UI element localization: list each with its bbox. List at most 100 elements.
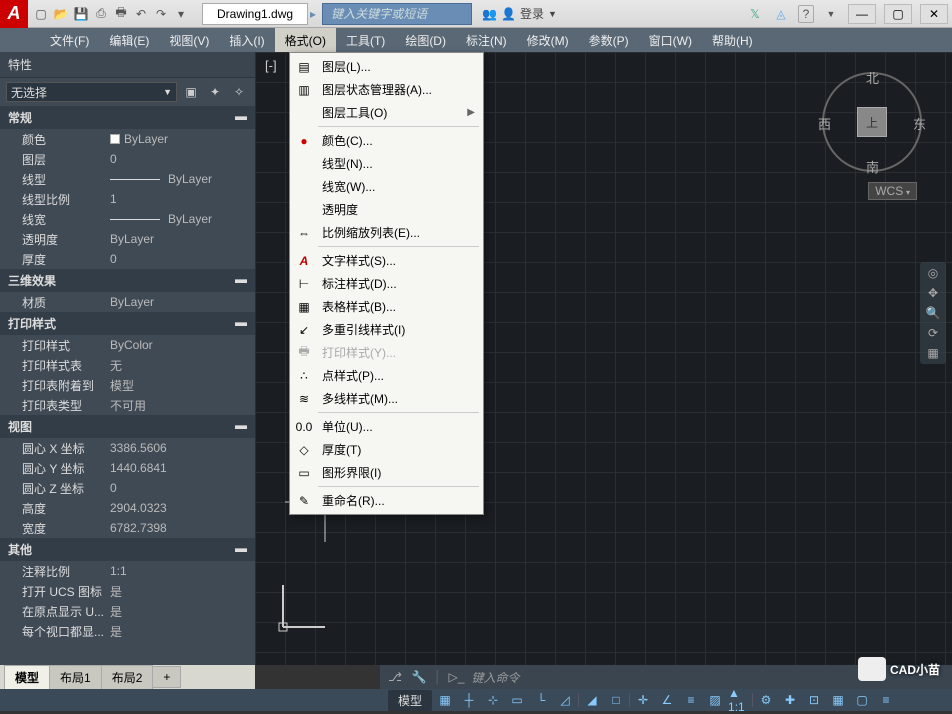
menu-item-11[interactable]: 帮助(H) (702, 28, 763, 52)
menu-item-1[interactable]: 编辑(E) (99, 28, 159, 52)
prop-row-3-0[interactable]: 圆心 X 坐标3386.5606 (0, 438, 255, 458)
prop-row-1-0[interactable]: 材质ByLayer (0, 292, 255, 312)
cube-top-face[interactable]: 上 (857, 107, 887, 137)
menu-item-2[interactable]: 视图(V) (159, 28, 219, 52)
ann-monitor-icon[interactable]: ✚ (779, 691, 801, 709)
section-2[interactable]: 打印样式▬ (0, 312, 255, 335)
viewport-controls[interactable]: [-] (265, 58, 277, 73)
app-logo[interactable]: A (0, 0, 28, 28)
grid-toggle-icon[interactable]: ▦ (434, 691, 456, 709)
prop-row-4-0[interactable]: 注释比例1:1 (0, 561, 255, 581)
quickprops-icon[interactable]: ▦ (827, 691, 849, 709)
polar-icon[interactable]: ◿ (554, 691, 576, 709)
minimize-button[interactable]: — (848, 4, 876, 24)
prop-row-0-6[interactable]: 厚度0 (0, 249, 255, 269)
ann-scale-icon[interactable]: ▲ 1:1 (728, 691, 750, 709)
section-1[interactable]: 三维效果▬ (0, 269, 255, 292)
selection-dropdown[interactable]: 无选择 ▼ (6, 82, 177, 102)
full-nav-wheel-icon[interactable]: ◎ (928, 266, 938, 280)
redo-icon[interactable]: ↷ (152, 5, 170, 23)
format-menu-item-22[interactable]: ✎重命名(R)... (290, 489, 483, 512)
menu-item-0[interactable]: 文件(F) (40, 28, 99, 52)
zoom-icon[interactable]: 🔍 (926, 306, 941, 320)
transparency-icon[interactable]: ▨ (704, 691, 726, 709)
prop-row-0-0[interactable]: 颜色ByLayer (0, 129, 255, 149)
layout-tab-1[interactable]: 布局1 (49, 665, 102, 690)
compass-west[interactable]: 西 (818, 114, 831, 133)
login-button[interactable]: 登录 (520, 5, 544, 22)
prop-row-0-5[interactable]: 透明度ByLayer (0, 229, 255, 249)
undo-icon[interactable]: ↶ (132, 5, 150, 23)
3dosnap-icon[interactable]: ✛ (632, 691, 654, 709)
snap-toggle-icon[interactable]: ┼ (458, 691, 480, 709)
prop-row-0-3[interactable]: 线型比例1 (0, 189, 255, 209)
orbit-icon[interactable]: ⟳ (928, 326, 938, 340)
format-menu-item-20[interactable]: ▭图形界限(I) (290, 461, 483, 484)
a360-icon[interactable]: ◬ (772, 5, 790, 23)
cmd-tools-icon[interactable]: 🔧 (410, 668, 428, 686)
filter-icon[interactable]: ✧ (229, 82, 249, 102)
menu-item-7[interactable]: 标注(N) (456, 28, 517, 52)
format-menu-item-2[interactable]: 图层工具(O)▶ (290, 101, 483, 124)
cmd-customize-icon[interactable]: ⎇ (386, 668, 404, 686)
section-0[interactable]: 常规▬ (0, 106, 255, 129)
format-menu-item-10[interactable]: A文字样式(S)... (290, 249, 483, 272)
open-icon[interactable]: 📂 (52, 5, 70, 23)
menu-item-6[interactable]: 绘图(D) (395, 28, 456, 52)
search-input[interactable]: 键入关键字或短语 (322, 3, 472, 25)
prop-row-3-2[interactable]: 圆心 Z 坐标0 (0, 478, 255, 498)
format-menu-item-19[interactable]: ◇厚度(T) (290, 438, 483, 461)
model-space-chip[interactable]: 模型 (388, 690, 432, 711)
layout-tab-2[interactable]: 布局2 (101, 665, 154, 690)
prop-row-0-2[interactable]: 线型 ByLayer (0, 169, 255, 189)
view-cube[interactable]: 北 南 东 西 上 (822, 72, 922, 172)
prop-row-3-4[interactable]: 宽度6782.7398 (0, 518, 255, 538)
compass-east[interactable]: 东 (913, 114, 926, 133)
wcs-badge[interactable]: WCS ▾ (868, 182, 917, 200)
format-menu-item-1[interactable]: ▥图层状态管理器(A)... (290, 78, 483, 101)
prop-row-2-3[interactable]: 打印表类型不可用 (0, 395, 255, 415)
format-menu-item-8[interactable]: ⇔比例缩放列表(E)... (290, 221, 483, 244)
clean-screen-icon[interactable]: ▢ (851, 691, 873, 709)
lineweight-icon[interactable]: ≡ (680, 691, 702, 709)
document-tab[interactable]: Drawing1.dwg (202, 3, 308, 25)
ortho-icon[interactable]: └ (530, 691, 552, 709)
prop-row-2-0[interactable]: 打印样式ByColor (0, 335, 255, 355)
menu-item-10[interactable]: 窗口(W) (639, 28, 702, 52)
save-icon[interactable]: 💾 (72, 5, 90, 23)
format-menu-item-6[interactable]: 线宽(W)... (290, 175, 483, 198)
format-menu-item-5[interactable]: 线型(N)... (290, 152, 483, 175)
format-menu-item-16[interactable]: ≋多线样式(M)... (290, 387, 483, 410)
prop-row-2-1[interactable]: 打印样式表无 (0, 355, 255, 375)
section-4[interactable]: 其他▬ (0, 538, 255, 561)
menu-item-3[interactable]: 插入(I) (219, 28, 274, 52)
prop-row-3-3[interactable]: 高度2904.0323 (0, 498, 255, 518)
prop-row-4-2[interactable]: 在原点显示 U...是 (0, 601, 255, 621)
close-button[interactable]: ✕ (920, 4, 948, 24)
prop-row-0-1[interactable]: 图层0 (0, 149, 255, 169)
layout-tab-0[interactable]: 模型 (4, 665, 50, 690)
menu-item-4[interactable]: 格式(O) (275, 28, 336, 52)
menu-item-5[interactable]: 工具(T) (336, 28, 395, 52)
login-dropdown-icon[interactable]: ▼ (548, 9, 557, 19)
format-menu-item-15[interactable]: ∴点样式(P)... (290, 364, 483, 387)
saveas-icon[interactable]: ⎙ (92, 5, 110, 23)
prop-row-4-1[interactable]: 打开 UCS 图标是 (0, 581, 255, 601)
units-icon[interactable]: ⊡ (803, 691, 825, 709)
format-menu-item-18[interactable]: 0.0单位(U)... (290, 415, 483, 438)
format-menu-item-0[interactable]: ▤图层(L)... (290, 55, 483, 78)
help-dropdown-icon[interactable]: ▼ (822, 5, 840, 23)
new-icon[interactable]: ▢ (32, 5, 50, 23)
compass-north[interactable]: 北 (866, 68, 879, 87)
print-icon[interactable]: 🖶 (112, 5, 130, 23)
help-icon[interactable]: ? (798, 5, 814, 23)
section-3[interactable]: 视图▬ (0, 415, 255, 438)
maximize-button[interactable]: ▢ (884, 4, 912, 24)
prop-row-2-2[interactable]: 打印表附着到模型 (0, 375, 255, 395)
otrack-icon[interactable]: ∠ (656, 691, 678, 709)
customize-status-icon[interactable]: ≡ (875, 691, 897, 709)
showmotion-icon[interactable]: ▦ (927, 346, 938, 360)
dyn-input-icon[interactable]: ▭ (506, 691, 528, 709)
infer-icon[interactable]: ⊹ (482, 691, 504, 709)
menu-item-8[interactable]: 修改(M) (517, 28, 579, 52)
